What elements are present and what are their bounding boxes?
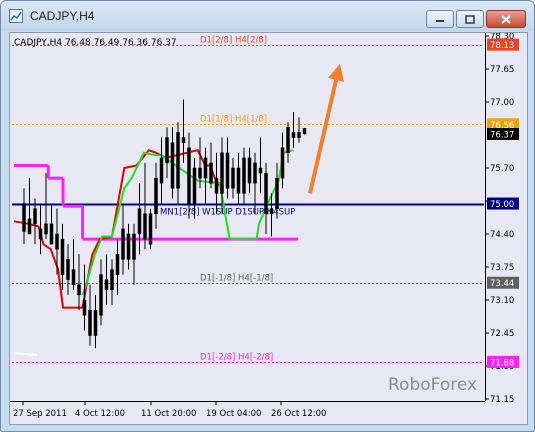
candle-body	[187, 147, 191, 204]
candle-body	[286, 127, 290, 154]
candle-body	[264, 172, 268, 214]
candle-body	[71, 269, 76, 286]
candle-body	[280, 147, 285, 179]
candle-body	[132, 233, 136, 260]
candle-body	[214, 177, 219, 194]
candle-body	[236, 167, 241, 194]
candlestick-chart[interactable]: D1[2/8] H4[2/8] D1[1/8] H4[1/8] MN1[2/8] W…	[10, 32, 527, 424]
candle-body	[225, 152, 230, 189]
candle-body	[291, 132, 296, 138]
y-tick-label: 77.65	[490, 65, 514, 75]
maximize-icon	[465, 14, 475, 24]
candle-body	[253, 162, 257, 184]
candle-body	[82, 299, 87, 316]
candle-body	[55, 233, 59, 250]
price-tag-label: 76.37	[490, 130, 514, 140]
level-label: D1[1/8] H4[1/8]	[200, 115, 267, 125]
candle-body	[38, 228, 43, 240]
candle-body	[33, 208, 37, 225]
close-icon	[501, 14, 511, 24]
candle-body	[242, 157, 246, 194]
candle-body	[198, 167, 202, 179]
level-label: D1[2/8] H4[2/8]	[200, 36, 267, 46]
minimize-button[interactable]	[426, 10, 454, 28]
candle-body	[275, 177, 279, 209]
candle-body	[192, 167, 197, 204]
x-tick-label: 27 Sep 2011	[13, 409, 67, 419]
y-tick-label: 73.10	[490, 296, 514, 306]
candle-body	[115, 254, 120, 275]
chart-area[interactable]: D1[2/8] H4[2/8] D1[1/8] H4[1/8] MN1[2/8] W…	[9, 32, 528, 425]
candle-body	[148, 213, 153, 245]
maximize-button[interactable]	[456, 10, 484, 28]
chart-icon	[9, 9, 23, 23]
level-label: D1[-1/8] H4[-1/8]	[200, 274, 273, 284]
x-tick-label: 19 Oct 04:00	[206, 409, 261, 419]
candle-body	[203, 157, 208, 179]
candle-body	[181, 137, 186, 143]
candle-body	[176, 132, 180, 189]
candle-body	[170, 142, 175, 189]
title-bar[interactable]: CADJPY,H4	[1, 1, 534, 31]
candle-body	[165, 137, 169, 164]
candle-body	[209, 162, 213, 184]
candle-body	[269, 208, 274, 214]
price-tag-label: 78.13	[490, 41, 514, 51]
candle-body	[231, 167, 235, 189]
candle-body	[60, 238, 65, 275]
price-tag-label: 73.44	[490, 279, 514, 289]
candle-body	[258, 167, 263, 174]
close-button[interactable]	[486, 10, 526, 28]
price-tag-label: 71.88	[490, 358, 514, 368]
candle-body	[154, 177, 158, 214]
window-title: CADJPY,H4	[30, 9, 95, 23]
level-label: MN1[2/8] W1SUP D1SUP H4SUP	[160, 208, 295, 218]
x-tick-label: 11 Oct 20:00	[141, 409, 196, 419]
x-tick-label: 26 Oct 12:00	[271, 409, 326, 419]
candle-body	[126, 233, 131, 260]
candle-body	[159, 157, 164, 184]
watermark: RoboForex	[388, 375, 477, 395]
window-controls	[426, 10, 526, 28]
candle-body	[137, 208, 142, 235]
y-tick-label: 73.75	[490, 263, 514, 273]
candle-body	[220, 152, 224, 194]
candle-body	[88, 309, 92, 336]
minimize-icon	[436, 20, 444, 22]
y-tick-label: 75.70	[490, 164, 514, 174]
y-tick-label: 72.45	[490, 329, 514, 339]
chart-window: CADJPY,H4 D1[2/8] H4[2/8] D1[1/8] H4[1/8]…	[0, 0, 535, 432]
candle-body	[99, 274, 103, 316]
chart-header: CADJPY,H4 76.48 76.49 76.36 76.37	[14, 38, 177, 48]
y-tick-label: 74.40	[490, 230, 514, 240]
candle-body	[44, 223, 48, 235]
x-tick-label: 4 Oct 12:00	[75, 409, 125, 419]
candle-body	[93, 309, 98, 336]
level-label: D1[-2/8] H4[-2/8]	[200, 353, 273, 363]
candle-body	[143, 213, 147, 240]
candle-body	[104, 279, 109, 291]
candle-body	[110, 269, 114, 291]
candle-body	[121, 228, 125, 260]
candle-body	[49, 223, 54, 245]
candle-body	[77, 284, 81, 296]
candle-body	[297, 132, 301, 138]
candle-body	[27, 218, 32, 235]
candle-body	[247, 157, 252, 184]
y-tick-label: 71.15	[490, 395, 514, 405]
candle-body	[66, 259, 70, 280]
price-tag-label: 75.00	[490, 200, 514, 210]
candle-body	[302, 128, 307, 135]
candle-body	[22, 203, 26, 232]
y-tick-label: 77.00	[490, 98, 514, 108]
